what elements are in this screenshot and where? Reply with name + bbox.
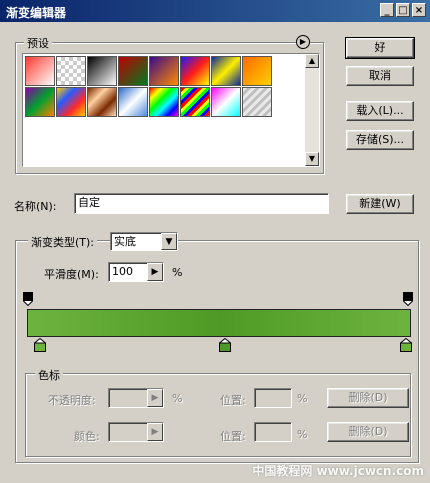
smoothness-unit: % bbox=[172, 266, 183, 279]
presets-label: 预设 bbox=[24, 35, 52, 51]
gradient-type-label: 渐变类型(T): bbox=[28, 234, 98, 250]
preset-swatch[interactable] bbox=[87, 56, 117, 86]
opacity-input[interactable]: ▶ bbox=[108, 388, 164, 408]
opacity-label: 不透明度: bbox=[48, 394, 96, 407]
preset-panel: ▲ ▼ bbox=[22, 53, 320, 167]
opacity-stop-end[interactable] bbox=[403, 292, 413, 306]
color-location-unit: % bbox=[297, 428, 308, 441]
preset-swatch[interactable] bbox=[118, 87, 148, 117]
smoothness-input[interactable]: 100 ▶ bbox=[108, 262, 164, 282]
preset-swatch[interactable] bbox=[242, 87, 272, 117]
save-button[interactable]: 存储(S)... bbox=[346, 130, 414, 150]
close-button[interactable]: × bbox=[412, 3, 426, 17]
chevron-down-icon[interactable]: ▼ bbox=[161, 233, 177, 250]
gradient-bar[interactable] bbox=[27, 309, 411, 337]
color-location-input[interactable] bbox=[254, 422, 292, 442]
name-label: 名称(N): bbox=[14, 200, 57, 213]
stops-group bbox=[25, 373, 411, 457]
color-stop-mid[interactable] bbox=[219, 338, 231, 352]
window-title: 渐变编辑器 bbox=[6, 6, 67, 20]
preset-swatch[interactable] bbox=[87, 87, 117, 117]
opacity-location-unit: % bbox=[297, 392, 308, 405]
preset-swatch[interactable] bbox=[180, 56, 210, 86]
color-location-label: 位置: bbox=[220, 430, 246, 443]
watermark: 中国教程网 www.jcwcn.com bbox=[252, 464, 424, 478]
name-input[interactable]: 自定 bbox=[74, 193, 329, 214]
opacity-delete-button[interactable]: 删除(D) bbox=[327, 388, 409, 408]
color-label: 颜色: bbox=[74, 430, 100, 443]
preset-swatch[interactable] bbox=[242, 56, 272, 86]
scroll-down-icon[interactable]: ▼ bbox=[305, 152, 319, 166]
cancel-button[interactable]: 取消 bbox=[346, 66, 414, 86]
preset-swatch[interactable] bbox=[149, 56, 179, 86]
preset-swatch[interactable] bbox=[149, 87, 179, 117]
stops-group-label: 色标 bbox=[35, 367, 63, 383]
maximize-button[interactable]: □ bbox=[396, 3, 410, 17]
title-bar: 渐变编辑器 _ □ × bbox=[0, 0, 430, 22]
preset-swatch[interactable] bbox=[56, 87, 86, 117]
scroll-up-icon[interactable]: ▲ bbox=[305, 54, 319, 68]
arrow-right-icon[interactable]: ▶ bbox=[147, 389, 163, 407]
arrow-right-icon[interactable]: ▶ bbox=[147, 423, 163, 441]
load-button[interactable]: 载入(L)... bbox=[346, 101, 414, 121]
smoothness-label: 平滑度(M): bbox=[44, 268, 99, 281]
preset-scrollbar[interactable]: ▲ ▼ bbox=[305, 54, 319, 166]
color-stop-end[interactable] bbox=[400, 338, 412, 352]
color-stop-start[interactable] bbox=[34, 338, 46, 352]
preset-swatch[interactable] bbox=[118, 56, 148, 86]
smoothness-value: 100 bbox=[112, 265, 133, 278]
ok-button[interactable]: 好 bbox=[345, 37, 415, 59]
arrow-right-icon[interactable]: ▶ bbox=[147, 263, 163, 281]
gradient-type-select[interactable]: 实底 ▼ bbox=[110, 232, 178, 251]
preset-swatch[interactable] bbox=[211, 87, 241, 117]
opacity-location-input[interactable] bbox=[254, 388, 292, 408]
color-swatch-input[interactable]: ▶ bbox=[108, 422, 164, 442]
opacity-unit: % bbox=[172, 392, 183, 405]
gradient-type-value: 实底 bbox=[114, 235, 136, 248]
preset-swatch[interactable] bbox=[25, 87, 55, 117]
preset-swatch[interactable] bbox=[180, 87, 210, 117]
opacity-stop-start[interactable] bbox=[23, 292, 33, 306]
preset-swatch[interactable] bbox=[25, 56, 55, 86]
minimize-button[interactable]: _ bbox=[380, 3, 394, 17]
preset-swatch[interactable] bbox=[56, 56, 86, 86]
preset-swatch[interactable] bbox=[211, 56, 241, 86]
opacity-location-label: 位置: bbox=[220, 394, 246, 407]
circle-arrow-icon[interactable]: ▶ bbox=[296, 35, 310, 49]
color-delete-button[interactable]: 删除(D) bbox=[327, 422, 409, 442]
new-button[interactable]: 新建(W) bbox=[346, 194, 414, 214]
